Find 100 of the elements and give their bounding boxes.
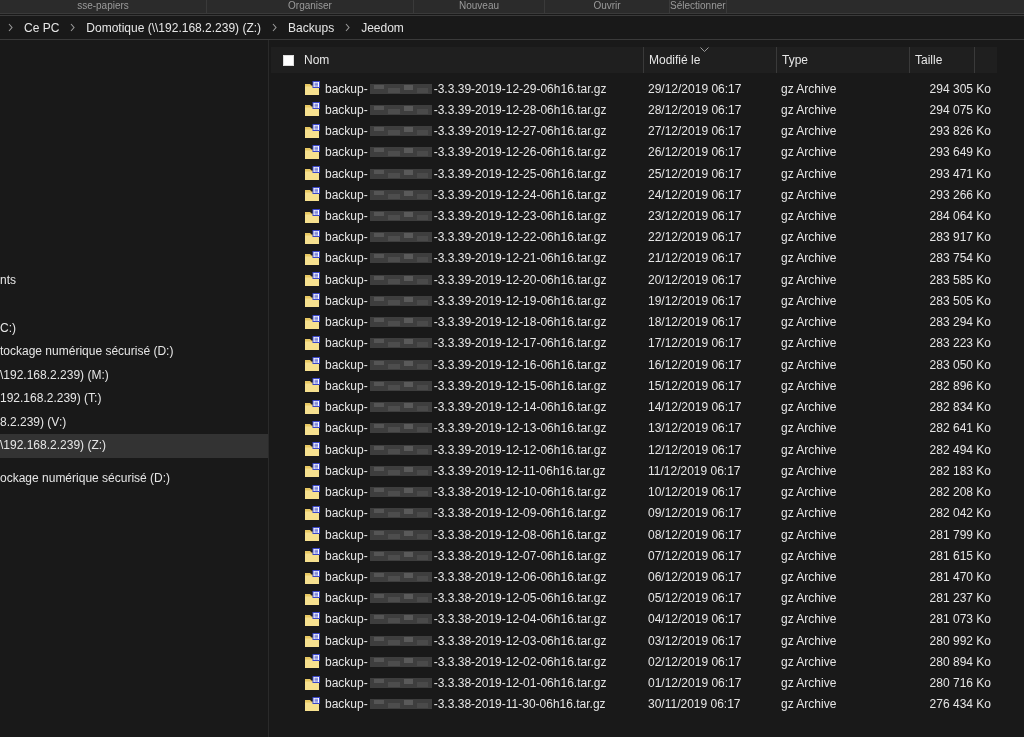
file-name-end: -3.3.38-2019-12-08-06h16.tar.gz <box>433 527 607 542</box>
nav-item[interactable]: C:) <box>0 316 268 340</box>
redaction-mark <box>369 613 432 626</box>
file-name-end: -3.3.39-2019-12-27-06h16.tar.gz <box>433 124 607 139</box>
archive-folder-icon <box>304 144 321 160</box>
file-name-start: backup- <box>325 187 368 202</box>
breadcrumb-item[interactable]: Backups <box>286 20 337 35</box>
file-name-start: backup- <box>325 81 368 96</box>
redaction-mark <box>369 337 432 350</box>
modified-date: 20/12/2019 06:17 <box>647 272 743 287</box>
file-size: 283 505 Ko <box>928 293 991 308</box>
file-name-start: backup- <box>325 633 368 648</box>
file-type: gz Archive <box>780 570 838 584</box>
modified-date: 30/11/2019 06:17 <box>647 697 742 712</box>
file-type: gz Archive <box>780 485 838 500</box>
nav-item[interactable]: nts <box>0 269 268 293</box>
redaction-mark <box>369 443 432 456</box>
file-type: gz Archive <box>780 633 838 648</box>
ribbon-group-label: Ouvrir <box>545 0 670 13</box>
nav-item[interactable]: 192.168.2.239) (T:) <box>0 387 268 411</box>
file-size: 280 894 Ko <box>928 654 991 669</box>
file-name-end: -3.3.39-2019-12-26-06h16.tar.gz <box>433 145 607 160</box>
column-header[interactable]: Nom <box>304 53 330 67</box>
modified-date: 10/12/2019 06:17 <box>647 485 743 500</box>
modified-date: 01/12/2019 06:17 <box>647 676 743 691</box>
redaction-mark <box>369 486 432 499</box>
redaction-mark <box>369 82 432 95</box>
breadcrumb-item[interactable]: Domotique (\\192.168.2.239) (Z:) <box>84 20 264 35</box>
nav-item[interactable]: \192.168.2.239) (Z:) <box>0 434 268 458</box>
file-size: 281 799 Ko <box>928 527 991 542</box>
modified-date: 06/12/2019 06:17 <box>647 570 743 584</box>
file-type: gz Archive <box>780 230 838 245</box>
archive-folder-icon <box>304 357 321 373</box>
archive-folder-icon <box>304 548 321 564</box>
modified-date: 08/12/2019 06:17 <box>647 527 743 542</box>
select-all-checkbox[interactable] <box>283 54 294 66</box>
nav-item[interactable]: 8.2.239) (V:) <box>0 410 268 434</box>
file-name-start: backup- <box>325 102 368 117</box>
file-name-start: backup- <box>325 506 368 521</box>
redaction-mark <box>369 358 432 371</box>
file-size: 282 208 Ko <box>928 485 991 500</box>
file-name-start: backup- <box>325 676 368 691</box>
breadcrumb-item[interactable]: Ce PC <box>22 20 62 35</box>
file-type: gz Archive <box>780 102 838 117</box>
file-name-end: -3.3.39-2019-12-16-06h16.tar.gz <box>433 357 607 372</box>
breadcrumb-item[interactable]: Jeedom <box>359 20 406 35</box>
archive-folder-icon <box>304 463 321 479</box>
file-name-start: backup- <box>325 166 368 181</box>
redaction-mark <box>369 379 432 392</box>
file-name-end: -3.3.39-2019-12-15-06h16.tar.gz <box>433 378 607 393</box>
file-type: gz Archive <box>780 548 838 563</box>
file-name-end: -3.3.39-2019-12-25-06h16.tar.gz <box>433 166 607 181</box>
file-name-end: -3.3.39-2019-12-19-06h16.tar.gz <box>433 293 607 308</box>
redaction-mark <box>369 316 432 329</box>
file-type: gz Archive <box>780 612 838 627</box>
file-size: 281 073 Ko <box>928 612 991 627</box>
redaction-mark <box>369 252 432 265</box>
redaction-mark <box>369 167 432 180</box>
modified-date: 03/12/2019 06:17 <box>647 633 743 648</box>
file-size: 283 917 Ko <box>928 230 991 245</box>
column-header[interactable]: Type <box>782 53 808 67</box>
file-name-start: backup- <box>325 442 368 457</box>
file-name-end: -3.3.39-2019-12-29-06h16.tar.gz <box>433 81 607 96</box>
modified-date: 23/12/2019 06:17 <box>647 209 743 223</box>
redaction-mark <box>369 592 432 605</box>
modified-date: 19/12/2019 06:17 <box>647 293 743 308</box>
file-size: 283 754 Ko <box>928 251 991 266</box>
modified-date: 14/12/2019 06:17 <box>647 400 743 415</box>
redaction-mark <box>369 634 432 647</box>
file-type: gz Archive <box>780 506 838 521</box>
chevron-right-icon <box>69 23 77 32</box>
file-size: 282 896 Ko <box>928 378 991 393</box>
archive-folder-icon <box>304 251 321 266</box>
file-name-start: backup- <box>325 548 368 563</box>
file-name-end: -3.3.39-2019-12-24-06h16.tar.gz <box>433 187 607 202</box>
archive-folder-icon <box>304 208 321 224</box>
redaction-mark <box>369 655 432 668</box>
archive-folder-icon <box>304 81 321 97</box>
archive-folder-icon <box>304 293 321 309</box>
file-name-start: backup- <box>325 378 368 393</box>
redaction-mark <box>369 210 432 222</box>
modified-date: 12/12/2019 06:17 <box>647 442 743 457</box>
archive-folder-icon <box>304 675 321 691</box>
column-header[interactable]: Taille <box>915 53 943 67</box>
nav-item[interactable]: tockage numérique sécurisé (D:) <box>0 340 268 364</box>
nav-item[interactable]: \192.168.2.239) (M:) <box>0 363 268 387</box>
ribbon-group-label: sse-papiers <box>0 0 207 13</box>
file-type: gz Archive <box>780 81 838 96</box>
file-name-end: -3.3.39-2019-12-17-06h16.tar.gz <box>433 336 607 351</box>
modified-date: 13/12/2019 06:17 <box>647 421 743 436</box>
file-size: 283 585 Ko <box>928 272 991 287</box>
file-name-end: -3.3.38-2019-12-09-06h16.tar.gz <box>433 506 607 521</box>
modified-date: 15/12/2019 06:17 <box>647 378 743 393</box>
nav-item[interactable]: ockage numérique sécurisé (D:) <box>0 466 268 490</box>
redaction-mark <box>369 464 432 477</box>
archive-folder-icon <box>304 696 321 712</box>
archive-folder-icon <box>304 378 321 394</box>
redaction-mark <box>369 401 432 414</box>
column-header[interactable]: Modifié le <box>649 53 701 67</box>
archive-folder-icon <box>304 314 321 330</box>
